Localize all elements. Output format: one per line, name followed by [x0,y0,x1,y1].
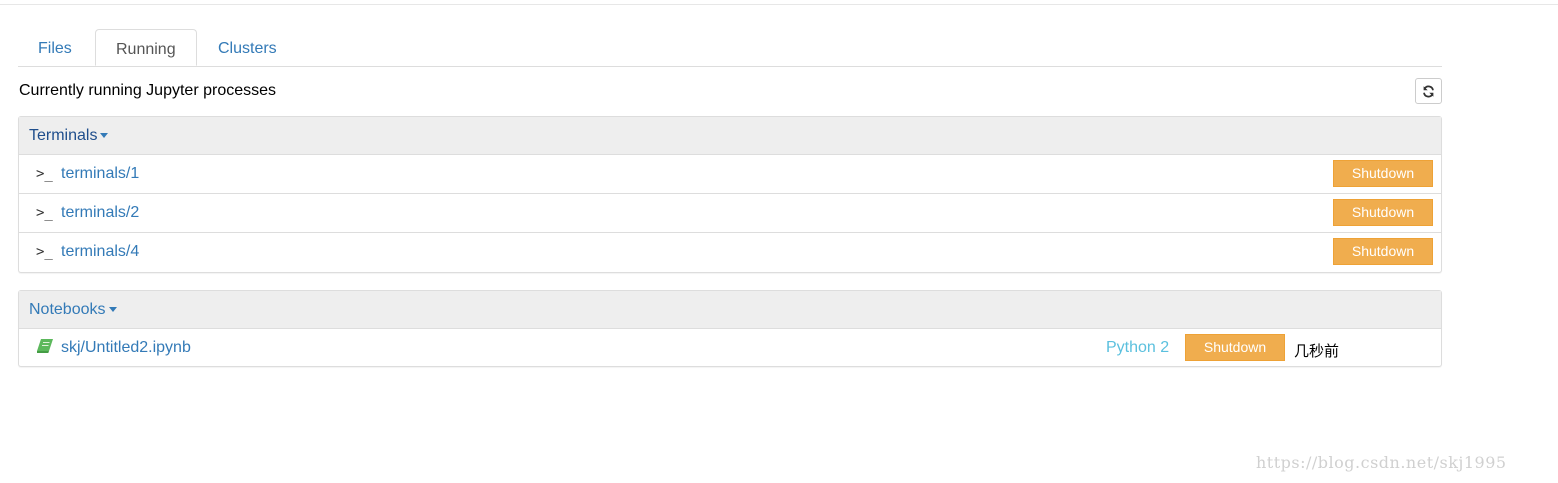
terminal-row: >_ terminals/1 Shutdown [19,155,1441,194]
terminal-link[interactable]: terminals/4 [61,243,139,261]
notebooks-panel: Notebooks skj/Untitled2.ipynb Python 2 S… [18,290,1442,367]
caret-down-icon [108,307,117,313]
notebook-icon [37,339,53,358]
terminal-link[interactable]: terminals/1 [61,165,139,183]
tab-clusters[interactable]: Clusters [198,29,297,65]
last-modified: 几秒前 [1294,343,1340,360]
notebooks-heading[interactable]: Notebooks [19,291,1441,329]
terminals-heading-label: Terminals [29,127,98,144]
terminals-panel: Terminals >_ terminals/1 Shutdown >_ ter… [18,116,1442,273]
refresh-icon [1423,85,1434,97]
caret-down-icon [100,133,109,139]
terminal-icon: >_ [36,205,53,221]
terminal-icon: >_ [36,244,53,260]
watermark: https://blog.csdn.net/skj1995 [1256,453,1507,472]
tab-bar: Files Running Clusters [18,29,1442,67]
terminals-heading[interactable]: Terminals [19,117,1441,155]
shutdown-button[interactable]: Shutdown [1333,199,1433,226]
tab-running[interactable]: Running [95,29,197,66]
shutdown-button[interactable]: Shutdown [1185,334,1285,361]
terminal-icon: >_ [36,166,53,182]
notebooks-heading-label: Notebooks [29,301,106,318]
running-title: Currently running Jupyter processes [19,82,277,99]
kernel-name: Python 2 [1106,339,1170,356]
notebook-link[interactable]: skj/Untitled2.ipynb [61,339,191,357]
terminal-link[interactable]: terminals/2 [61,204,139,222]
terminal-row: >_ terminals/2 Shutdown [19,194,1441,233]
refresh-button[interactable] [1415,78,1442,104]
terminal-row: >_ terminals/4 Shutdown [19,233,1441,272]
notebook-row: skj/Untitled2.ipynb Python 2 Shutdown 几秒… [19,329,1441,367]
shutdown-button[interactable]: Shutdown [1333,238,1433,265]
tab-files[interactable]: Files [18,29,92,65]
shutdown-button[interactable]: Shutdown [1333,160,1433,187]
top-divider [0,4,1558,5]
